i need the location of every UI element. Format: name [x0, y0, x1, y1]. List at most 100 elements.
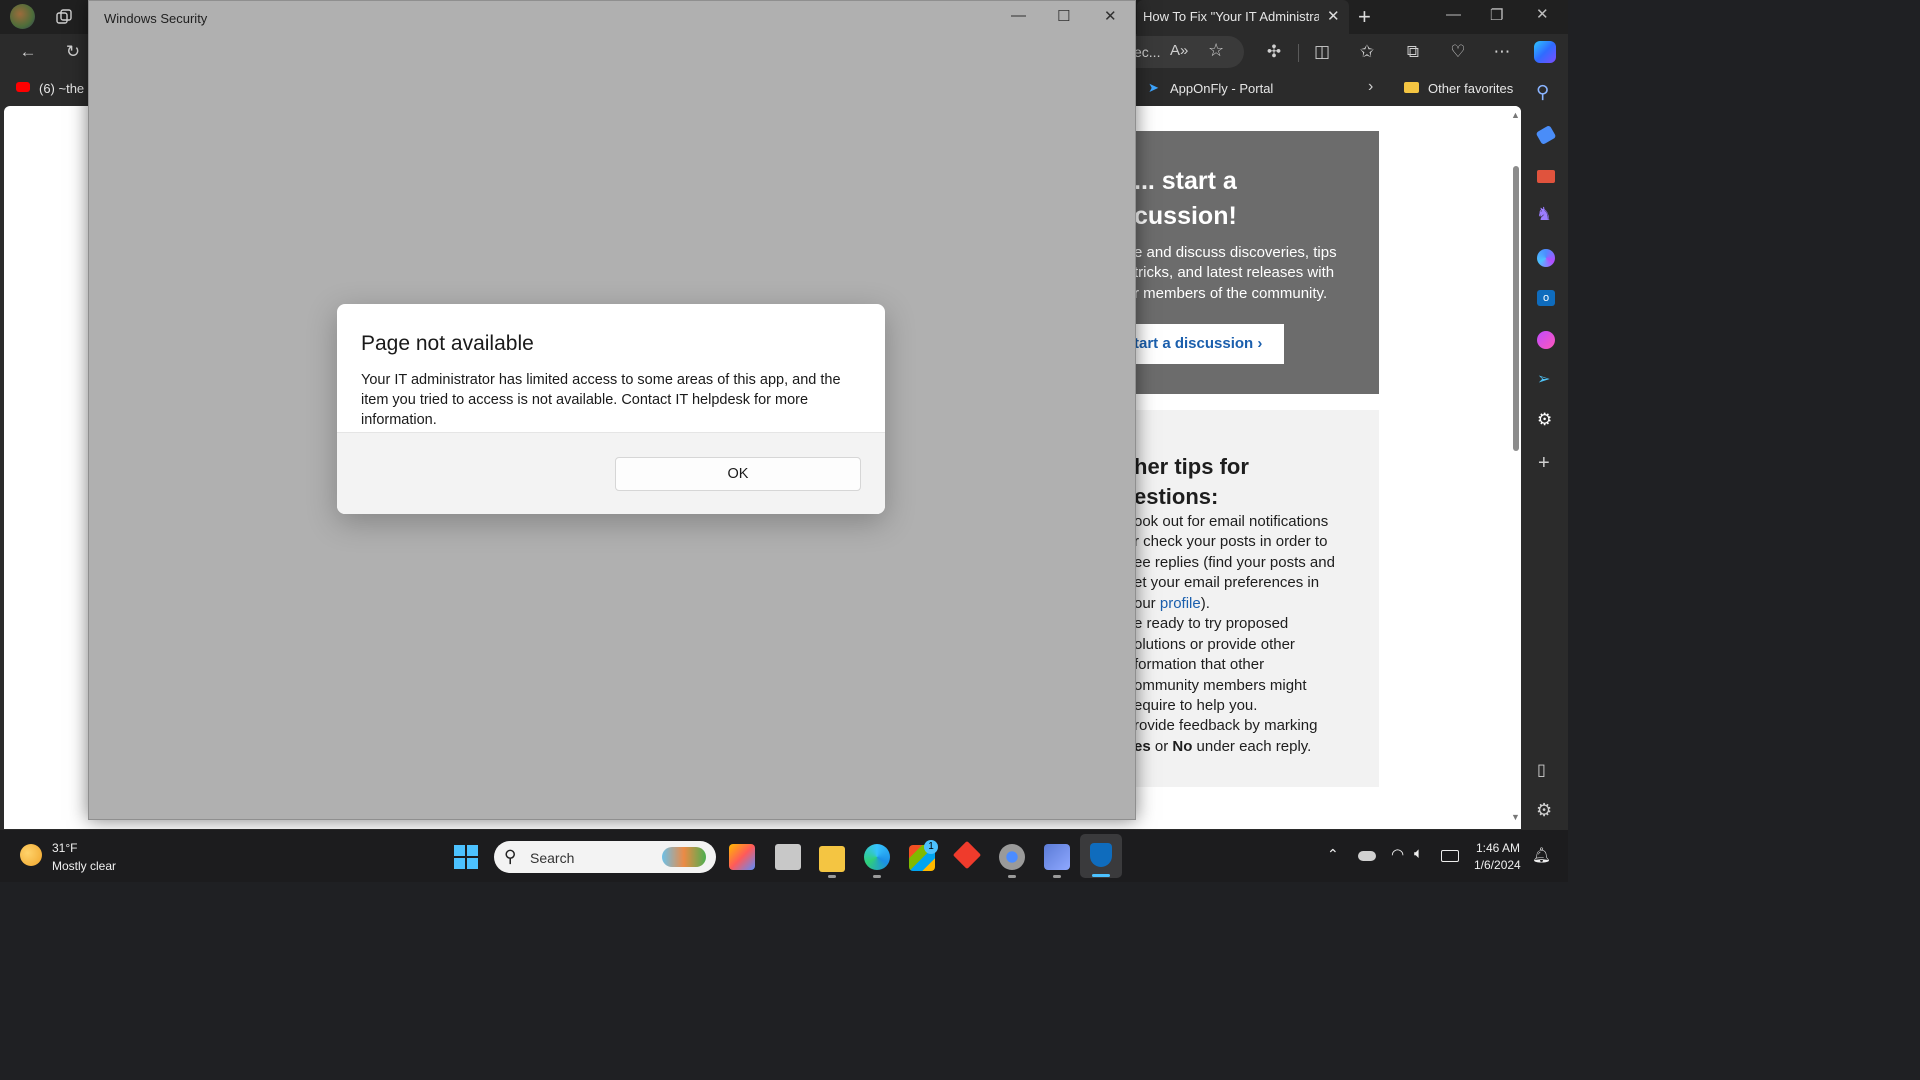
collections-icon[interactable]: ⧉ [1401, 40, 1425, 64]
profile-avatar[interactable] [10, 4, 35, 29]
tab-close-icon[interactable]: ✕ [1327, 7, 1340, 25]
favorite-item-youtube[interactable]: (6) ~the r [39, 81, 92, 96]
restore-icon[interactable]: ❐ [1490, 6, 1503, 24]
settings-icon[interactable] [999, 844, 1025, 870]
start-discussion-card: ... start a cussion! e and discuss disco… [1134, 131, 1379, 394]
start-discussion-button[interactable]: tart a discussion › [1134, 324, 1284, 364]
shopping-icon[interactable] [1535, 124, 1557, 146]
moon-icon [20, 844, 42, 866]
address-bar[interactable]: ec... A» ☆ [1134, 36, 1244, 68]
tips-line: ee replies (find your posts and [1134, 554, 1335, 571]
copilot-icon[interactable] [1534, 41, 1556, 63]
running-indicator [828, 875, 836, 878]
clock-date[interactable]: 1/6/2024 [1474, 858, 1521, 872]
battery-icon[interactable] [1441, 850, 1459, 862]
windows-security-taskbar-button[interactable] [1080, 834, 1122, 878]
notification-bell-icon[interactable]: 🔔︎ [1532, 846, 1551, 864]
anydesk-icon[interactable] [952, 840, 982, 870]
add-sidebar-app-icon[interactable]: + [1538, 452, 1550, 475]
copilot-taskbar-icon[interactable] [729, 844, 755, 870]
read-aloud-icon[interactable]: A» [1170, 42, 1188, 59]
hide-sidebar-icon[interactable]: ▯ [1537, 760, 1546, 780]
tips-line: et your email preferences in [1134, 574, 1320, 591]
search-box[interactable]: ⚲ Search [494, 841, 716, 873]
microsoft365-icon[interactable] [1537, 249, 1555, 267]
tips-line: equire to help you. [1134, 697, 1258, 714]
dialog-title: Page not available [361, 332, 534, 355]
search-highlight-icon [662, 847, 706, 867]
teams-icon[interactable] [1044, 844, 1070, 870]
favorites-icon[interactable]: ✩ [1355, 40, 1379, 64]
sidebar-settings-icon[interactable]: ⚙ [1536, 800, 1552, 821]
new-tab-button[interactable]: + [1358, 4, 1371, 30]
card-body-line2: tricks, and latest releases with [1134, 264, 1335, 281]
tips-line: formation that other [1134, 656, 1265, 673]
more-options-icon[interactable]: ⋯ [1490, 40, 1514, 64]
ok-button[interactable]: OK [615, 457, 861, 491]
tab-title: How To Fix "Your IT Administrato [1143, 9, 1319, 24]
tips-line-profile: our profile). [1134, 594, 1210, 614]
chatgpt-icon[interactable]: ⚙ [1537, 410, 1552, 430]
toolbar-divider [1298, 44, 1299, 62]
folder-icon [1404, 82, 1419, 93]
search-icon: ⚲ [504, 847, 517, 866]
onedrive-icon[interactable] [1358, 851, 1376, 861]
address-text: ec... [1134, 44, 1161, 60]
maximize-icon[interactable]: ☐ [1057, 7, 1070, 25]
page-scrollbar[interactable]: ▲ ▼ [1510, 106, 1521, 829]
chevron-up-icon[interactable]: ⌃ [1327, 846, 1339, 863]
tips-line: olutions or provide other [1134, 636, 1295, 653]
back-icon[interactable]: ← [16, 40, 40, 64]
tips-line-suffix: ). [1200, 595, 1210, 612]
games-icon[interactable]: ♞ [1536, 204, 1552, 225]
task-view-icon[interactable] [775, 844, 801, 870]
clock-time[interactable]: 1:46 AM [1476, 841, 1520, 855]
yes-word: es [1134, 738, 1151, 755]
card-heading-line2: cussion! [1134, 202, 1237, 230]
scroll-down-icon[interactable]: ▼ [1511, 812, 1520, 822]
drop-icon[interactable]: ➢ [1537, 369, 1550, 389]
edge-taskbar-icon[interactable] [864, 844, 890, 870]
profile-link[interactable]: profile [1160, 595, 1201, 612]
volume-icon[interactable]: 🔈︎ [1414, 845, 1423, 862]
close-window-icon[interactable]: ✕ [1536, 5, 1549, 23]
running-indicator [1008, 875, 1016, 878]
card-heading-line1: ... start a [1134, 167, 1237, 195]
search-icon[interactable]: ⚲ [1536, 82, 1549, 103]
refresh-icon[interactable]: ↻ [61, 40, 85, 64]
card-body-line1: e and discuss discoveries, tips [1134, 244, 1337, 261]
start-button[interactable] [454, 845, 478, 869]
running-indicator [873, 875, 881, 878]
chevron-right-icon[interactable]: › [1368, 78, 1373, 96]
wifi-icon[interactable]: ◠ [1391, 845, 1404, 863]
page-not-available-dialog: Page not available Your IT administrator… [337, 304, 885, 514]
extensions-icon[interactable]: ✣ [1262, 40, 1286, 64]
close-icon[interactable]: ✕ [1104, 7, 1117, 25]
outlook-icon[interactable]: o [1537, 290, 1555, 306]
scroll-up-icon[interactable]: ▲ [1511, 110, 1520, 120]
edge-sidebar: ⚲ ♞ o ➢ ⚙ + ▯ ⚙ [1524, 70, 1568, 830]
tab-active[interactable]: How To Fix "Your IT Administrato ✕ [1137, 0, 1349, 34]
tips-heading-line1: her tips for [1134, 454, 1249, 479]
favorite-star-icon[interactable]: ☆ [1208, 40, 1224, 61]
minimize-icon[interactable]: — [1446, 6, 1461, 23]
designer-icon[interactable] [1537, 331, 1555, 349]
taskbar: 31°F Mostly clear ⚲ Search 1 ⌃ ◠ 🔈︎ 1:46… [0, 830, 1568, 882]
favorite-item-apponfly[interactable]: AppOnFly - Portal [1170, 81, 1273, 96]
minimize-icon[interactable]: — [1011, 7, 1026, 24]
scroll-thumb[interactable] [1513, 166, 1519, 451]
appOnFly-icon: ➤ [1148, 80, 1159, 95]
file-explorer-icon[interactable] [819, 846, 845, 872]
tips-line: ook out for email notifications [1134, 513, 1329, 530]
tips-line: rovide feedback by marking [1134, 717, 1318, 734]
card-body-line3: r members of the community. [1134, 285, 1328, 302]
browser-essentials-icon[interactable]: ♡ [1446, 40, 1470, 64]
weather-widget[interactable]: 31°F Mostly clear [18, 840, 138, 876]
other-favorites[interactable]: Other favorites [1428, 81, 1513, 96]
split-screen-icon[interactable]: ◫ [1310, 40, 1334, 64]
tips-heading-line2: estions: [1134, 484, 1219, 509]
tools-icon[interactable] [1537, 170, 1555, 183]
dialog-footer: OK [337, 432, 885, 514]
workspaces-icon[interactable] [52, 5, 76, 29]
or-word: or [1150, 738, 1173, 755]
